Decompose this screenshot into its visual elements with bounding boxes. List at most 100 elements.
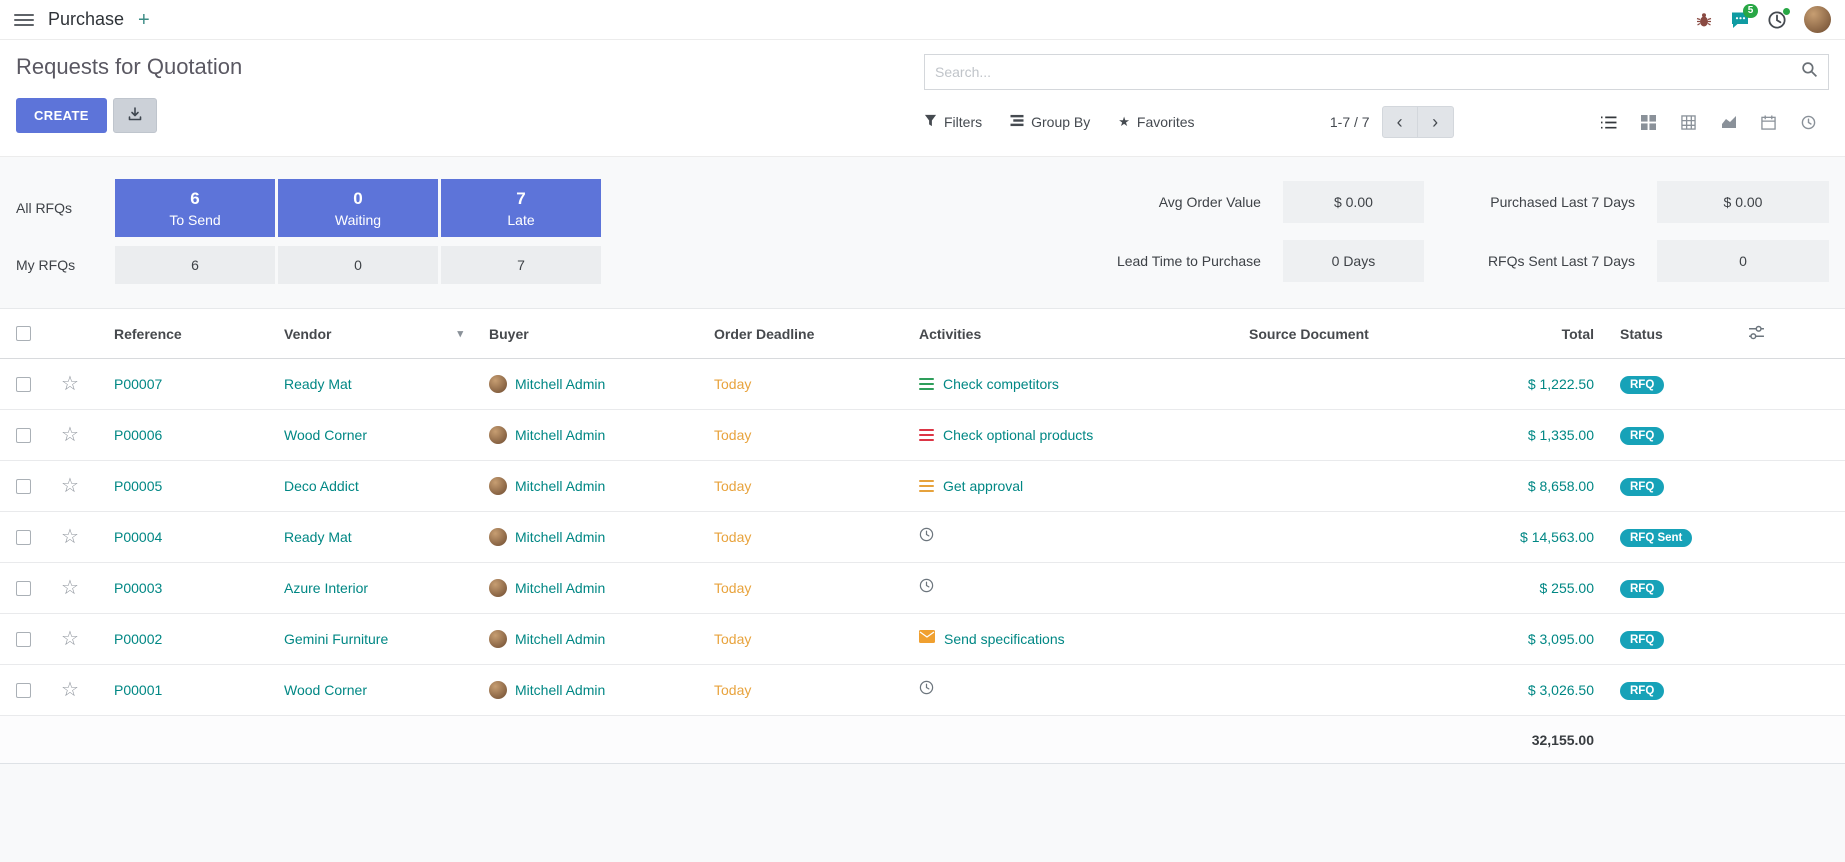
header-source-document[interactable]: Source Document (1229, 326, 1464, 342)
table-row[interactable]: ☆ P00007 Ready Mat Mitchell Admin Today … (0, 359, 1845, 410)
row-checkbox[interactable] (16, 479, 31, 494)
vendor-cell[interactable]: Wood Corner (264, 682, 469, 698)
vendor-cell[interactable]: Wood Corner (264, 427, 469, 443)
buyer-cell[interactable]: Mitchell Admin (469, 579, 694, 597)
select-all-checkbox[interactable] (16, 326, 31, 341)
activity-view-button[interactable] (1789, 106, 1829, 138)
filters-button[interactable]: Filters (924, 114, 982, 130)
my-late-box[interactable]: 7 (441, 246, 601, 284)
search-toolbar: Filters Group By ★ Favorites 1-7 / 7 ‹ (924, 106, 1829, 138)
calendar-view-button[interactable] (1749, 106, 1789, 138)
pivot-view-button[interactable] (1669, 106, 1709, 138)
table-row[interactable]: ☆ P00004 Ready Mat Mitchell Admin Today … (0, 512, 1845, 563)
row-checkbox[interactable] (16, 683, 31, 698)
table-row[interactable]: ☆ P00002 Gemini Furniture Mitchell Admin… (0, 614, 1845, 665)
messages-icon[interactable]: 5 (1730, 11, 1750, 29)
row-checkbox[interactable] (16, 377, 31, 392)
kanban-view-button[interactable] (1629, 106, 1669, 138)
header-total[interactable]: Total (1464, 326, 1594, 342)
activity-cell[interactable] (899, 578, 1229, 598)
pager-next-button[interactable]: › (1418, 106, 1454, 138)
row-checkbox[interactable] (16, 428, 31, 443)
vendor-cell[interactable]: Gemini Furniture (264, 631, 469, 647)
graph-view-button[interactable] (1709, 106, 1749, 138)
reference-cell[interactable]: P00007 (94, 376, 264, 392)
activity-cell[interactable]: Get approval (899, 478, 1229, 494)
vendor-cell[interactable]: Ready Mat (264, 376, 469, 392)
activities-clock-icon[interactable] (1768, 11, 1786, 29)
favorite-star-icon[interactable]: ☆ (61, 527, 79, 547)
header-status[interactable]: Status (1594, 326, 1699, 342)
create-button[interactable]: CREATE (16, 98, 107, 133)
activity-envelope-icon (919, 630, 935, 648)
reference-cell[interactable]: P00004 (94, 529, 264, 545)
activity-cell[interactable]: Check competitors (899, 376, 1229, 392)
buyer-cell[interactable]: Mitchell Admin (469, 477, 694, 495)
activity-list-icon (919, 378, 934, 391)
table-row[interactable]: ☆ P00006 Wood Corner Mitchell Admin Toda… (0, 410, 1845, 461)
buyer-cell[interactable]: Mitchell Admin (469, 426, 694, 444)
header-activities[interactable]: Activities (899, 326, 1229, 342)
reference-cell[interactable]: P00003 (94, 580, 264, 596)
tile-to-send[interactable]: 6 To Send (115, 179, 275, 237)
apps-menu-icon[interactable] (14, 14, 34, 26)
header-buyer[interactable]: Buyer (469, 326, 694, 342)
purchased-last-7-days-box[interactable]: $ 0.00 (1657, 181, 1829, 223)
favorite-star-icon[interactable]: ☆ (61, 629, 79, 649)
deadline-cell: Today (694, 682, 899, 698)
list-view-button[interactable] (1589, 106, 1629, 138)
optional-columns-icon[interactable] (1748, 324, 1765, 344)
reference-cell[interactable]: P00006 (94, 427, 264, 443)
tile-waiting[interactable]: 0 Waiting (278, 179, 438, 237)
buyer-cell[interactable]: Mitchell Admin (469, 681, 694, 699)
favorite-star-icon[interactable]: ☆ (61, 425, 79, 445)
group-by-button[interactable]: Group By (1010, 114, 1090, 130)
activity-cell[interactable]: Check optional products (899, 427, 1229, 443)
tile-late[interactable]: 7 Late (441, 179, 601, 237)
row-checkbox[interactable] (16, 632, 31, 647)
vendor-cell[interactable]: Azure Interior (264, 580, 469, 596)
avg-order-value-label: Avg Order Value (1117, 194, 1283, 210)
export-button[interactable] (113, 98, 157, 133)
total-cell: $ 14,563.00 (1464, 529, 1594, 545)
buyer-cell[interactable]: Mitchell Admin (469, 630, 694, 648)
table-row[interactable]: ☆ P00003 Azure Interior Mitchell Admin T… (0, 563, 1845, 614)
search-icon[interactable] (1801, 61, 1818, 83)
header-reference[interactable]: Reference (94, 326, 264, 342)
table-row[interactable]: ☆ P00001 Wood Corner Mitchell Admin Toda… (0, 665, 1845, 716)
buyer-cell[interactable]: Mitchell Admin (469, 375, 694, 393)
reference-cell[interactable]: P00005 (94, 478, 264, 494)
activity-cell[interactable] (899, 680, 1229, 700)
favorite-star-icon[interactable]: ☆ (61, 680, 79, 700)
row-checkbox[interactable] (16, 581, 31, 596)
favorite-star-icon[interactable]: ☆ (61, 578, 79, 598)
pager-previous-button[interactable]: ‹ (1382, 106, 1418, 138)
user-avatar[interactable] (1804, 6, 1831, 33)
search-bar[interactable] (924, 54, 1829, 90)
my-rfqs-label: My RFQs (16, 246, 112, 284)
app-title[interactable]: Purchase (48, 9, 124, 30)
my-waiting-box[interactable]: 0 (278, 246, 438, 284)
header-vendor[interactable]: Vendor ▾ (264, 326, 469, 342)
my-to-send-box[interactable]: 6 (115, 246, 275, 284)
activity-cell[interactable]: Send specifications (899, 630, 1229, 648)
lead-time-box[interactable]: 0 Days (1283, 240, 1424, 282)
table-row[interactable]: ☆ P00005 Deco Addict Mitchell Admin Toda… (0, 461, 1845, 512)
search-input[interactable] (935, 64, 1801, 80)
header-order-deadline[interactable]: Order Deadline (694, 326, 899, 342)
debug-bug-icon[interactable] (1696, 12, 1712, 28)
favorite-star-icon[interactable]: ☆ (61, 374, 79, 394)
activity-cell[interactable] (899, 527, 1229, 547)
avg-order-value-box[interactable]: $ 0.00 (1283, 181, 1424, 223)
deadline-cell: Today (694, 376, 899, 392)
vendor-cell[interactable]: Ready Mat (264, 529, 469, 545)
vendor-cell[interactable]: Deco Addict (264, 478, 469, 494)
buyer-cell[interactable]: Mitchell Admin (469, 528, 694, 546)
reference-cell[interactable]: P00002 (94, 631, 264, 647)
reference-cell[interactable]: P00001 (94, 682, 264, 698)
favorite-star-icon[interactable]: ☆ (61, 476, 79, 496)
quick-create-icon[interactable]: + (138, 10, 150, 30)
rfqs-sent-last-7-days-box[interactable]: 0 (1657, 240, 1829, 282)
row-checkbox[interactable] (16, 530, 31, 545)
favorites-button[interactable]: ★ Favorites (1118, 114, 1194, 130)
